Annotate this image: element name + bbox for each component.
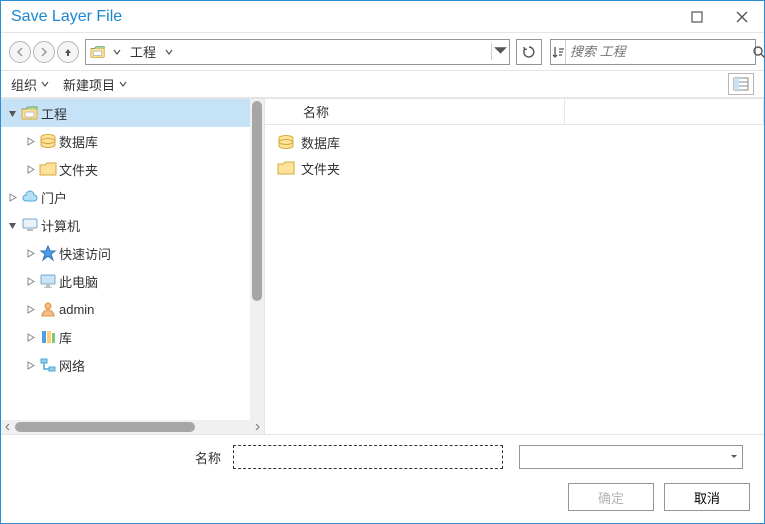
tree-item-project[interactable]: 工程 — [1, 99, 264, 127]
cloud-icon — [19, 188, 41, 206]
tree-item-label: 门户 — [41, 188, 67, 207]
view-mode-button[interactable] — [728, 73, 754, 95]
chevron-down-icon[interactable] — [162, 48, 176, 56]
refresh-button[interactable] — [516, 39, 542, 65]
titlebar: Save Layer File — [1, 1, 764, 33]
expand-icon[interactable] — [23, 361, 37, 370]
network-icon — [37, 356, 59, 374]
tree-item-label: 库 — [59, 328, 72, 347]
ok-button[interactable]: 确定 — [568, 483, 654, 511]
expand-icon[interactable] — [23, 249, 37, 258]
search-icon[interactable] — [752, 45, 765, 59]
file-list[interactable]: 数据库 文件夹 — [265, 125, 764, 434]
filename-row: 名称 — [15, 445, 750, 469]
library-icon — [37, 328, 59, 346]
database-icon — [277, 133, 295, 151]
dialog-footer: 名称 确定 取消 — [1, 434, 764, 523]
organize-label: 组织 — [11, 75, 37, 94]
tree-item-database[interactable]: 数据库 — [1, 127, 264, 155]
tree-vscrollbar[interactable] — [250, 99, 264, 420]
folder-icon — [277, 159, 295, 177]
sort-button[interactable] — [551, 40, 566, 64]
filetype-select[interactable] — [519, 445, 743, 469]
folder-icon — [37, 160, 59, 178]
list-item-label: 文件夹 — [301, 159, 340, 178]
tree-list[interactable]: 工程 数据库 文件夹 门户 — [1, 99, 264, 420]
column-header-row: 名称 — [265, 99, 764, 125]
tree-item-label: 此电脑 — [59, 272, 98, 291]
computer-icon — [19, 216, 41, 234]
scroll-right-icon[interactable] — [250, 420, 264, 434]
expand-icon[interactable] — [5, 193, 19, 202]
scrollbar-thumb[interactable] — [15, 422, 195, 432]
window-title: Save Layer File — [11, 8, 674, 26]
column-name[interactable]: 名称 — [265, 99, 565, 124]
tree-item-admin[interactable]: admin — [1, 295, 264, 323]
tree-item-label: 快速访问 — [59, 244, 111, 263]
list-item[interactable]: 文件夹 — [265, 155, 764, 181]
column-spacer — [565, 99, 764, 124]
new-item-menu[interactable]: 新建项目 — [63, 75, 127, 94]
tree-item-label: admin — [59, 302, 94, 317]
database-icon — [37, 132, 59, 150]
filename-label: 名称 — [15, 448, 225, 467]
search-input[interactable] — [566, 44, 752, 59]
nav-toolbar: 工程 — [1, 33, 764, 71]
dialog-body: 工程 数据库 文件夹 门户 — [1, 99, 764, 434]
file-list-panel: 名称 数据库 文件夹 — [265, 99, 764, 434]
organize-menu[interactable]: 组织 — [11, 75, 49, 94]
chevron-down-icon — [730, 453, 738, 461]
tree-item-label: 数据库 — [59, 132, 98, 151]
tree-item-portal[interactable]: 门户 — [1, 183, 264, 211]
tree-item-folder[interactable]: 文件夹 — [1, 155, 264, 183]
cancel-button[interactable]: 取消 — [664, 483, 750, 511]
scroll-left-icon[interactable] — [1, 420, 15, 434]
menu-bar: 组织 新建项目 — [1, 71, 764, 99]
scrollbar-thumb[interactable] — [252, 101, 262, 301]
path-segment[interactable]: 工程 — [124, 42, 162, 61]
tree-item-thispc[interactable]: 此电脑 — [1, 267, 264, 295]
tree-item-quickaccess[interactable]: 快速访问 — [1, 239, 264, 267]
path-box[interactable]: 工程 — [85, 39, 510, 65]
up-button[interactable] — [57, 41, 79, 63]
user-icon — [37, 300, 59, 318]
tree-item-computer[interactable]: 计算机 — [1, 211, 264, 239]
close-button[interactable] — [719, 1, 764, 33]
button-row: 确定 取消 — [15, 483, 750, 511]
folder-open-icon — [86, 41, 110, 63]
tree-item-label: 计算机 — [41, 216, 80, 235]
search-box — [550, 39, 756, 65]
save-dialog: Save Layer File 工程 — [0, 0, 765, 524]
path-root-dropdown[interactable] — [110, 48, 124, 56]
expand-icon[interactable] — [23, 137, 37, 146]
folder-open-icon — [19, 104, 41, 122]
list-item[interactable]: 数据库 — [265, 129, 764, 155]
forward-button[interactable] — [33, 41, 55, 63]
filename-input[interactable] — [233, 445, 503, 469]
back-button[interactable] — [9, 41, 31, 63]
monitor-icon — [37, 272, 59, 290]
expand-icon[interactable] — [23, 277, 37, 286]
star-icon — [37, 244, 59, 262]
tree-item-network[interactable]: 网络 — [1, 351, 264, 379]
expand-icon[interactable] — [23, 165, 37, 174]
tree-hscrollbar[interactable] — [1, 420, 264, 434]
folder-tree: 工程 数据库 文件夹 门户 — [1, 99, 265, 434]
maximize-button[interactable] — [674, 1, 719, 33]
tree-item-label: 网络 — [59, 356, 85, 375]
new-item-label: 新建项目 — [63, 75, 115, 94]
collapse-icon[interactable] — [5, 221, 19, 230]
tree-item-label: 文件夹 — [59, 160, 98, 179]
tree-item-label: 工程 — [41, 104, 67, 123]
collapse-icon[interactable] — [5, 109, 19, 118]
list-item-label: 数据库 — [301, 133, 340, 152]
tree-item-library[interactable]: 库 — [1, 323, 264, 351]
path-history-dropdown[interactable] — [491, 43, 509, 60]
expand-icon[interactable] — [23, 333, 37, 342]
expand-icon[interactable] — [23, 305, 37, 314]
